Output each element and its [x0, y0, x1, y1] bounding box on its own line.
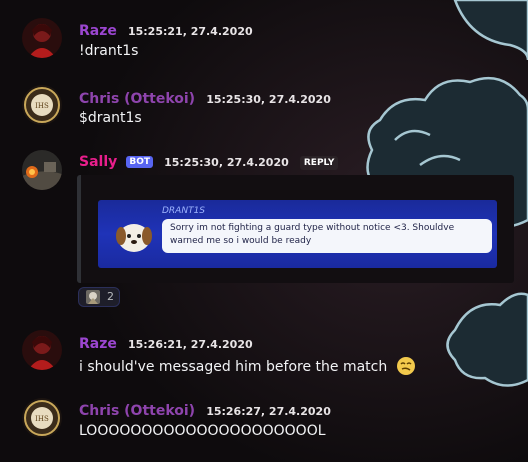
message-embed: DRANT1S Sorry im not fighting a guard ty…: [77, 175, 514, 283]
embed-image[interactable]: DRANT1S Sorry im not fighting a guard ty…: [98, 200, 497, 268]
raze-avatar[interactable]: [22, 330, 62, 370]
message-header: Raze 15:25:21, 27.4.2020: [79, 20, 253, 39]
author-name[interactable]: Sally: [79, 154, 117, 170]
message-header: Raze 15:26:21, 27.4.2020: [79, 333, 253, 352]
sally-avatar-image: [22, 150, 62, 190]
sally-avatar[interactable]: [22, 150, 62, 190]
message-text-content: i should've messaged him before the matc…: [79, 359, 388, 375]
embed-text: Sorry im not fighting a guard type witho…: [170, 223, 455, 246]
ihs-seal-image: IHS: [22, 85, 62, 125]
message-header: Sally BOT 15:25:30, 27.4.2020 REPLY: [79, 151, 339, 170]
author-name[interactable]: Chris (Ottekoi): [79, 91, 195, 107]
ihs-seal-avatar[interactable]: IHS: [22, 398, 62, 438]
svg-text:IHS: IHS: [35, 415, 49, 423]
raze-avatar[interactable]: [22, 18, 62, 58]
embed-text-bubble: Sorry im not fighting a guard type witho…: [162, 219, 492, 253]
message-text: $drant1s: [79, 110, 142, 126]
message-text: i should've messaged him before the matc…: [79, 356, 416, 376]
author-name[interactable]: Raze: [79, 23, 117, 39]
reaction-button[interactable]: 2: [78, 287, 120, 307]
reply-tag: REPLY: [299, 156, 339, 170]
ihs-seal-image: IHS: [22, 398, 62, 438]
timestamp: 15:26:21, 27.4.2020: [127, 338, 253, 351]
author-name[interactable]: Chris (Ottekoi): [79, 403, 195, 419]
bot-tag: BOT: [126, 156, 154, 168]
timestamp: 15:25:30, 27.4.2020: [206, 93, 331, 106]
timestamp: 15:25:21, 27.4.2020: [127, 25, 253, 38]
raze-avatar-image: [22, 330, 62, 370]
message-header: Chris (Ottekoi) 15:25:30, 27.4.2020: [79, 88, 331, 107]
svg-text:IHS: IHS: [35, 102, 49, 110]
reaction-count: 2: [107, 290, 114, 303]
timestamp: 15:25:30, 27.4.2020: [164, 156, 289, 169]
ihs-seal-avatar[interactable]: IHS: [22, 85, 62, 125]
embed-author: DRANT1S: [162, 206, 206, 216]
message-text: !drant1s: [79, 43, 139, 59]
message-text: LOOOOOOOOOOOOOOOOOOOOOL: [79, 423, 326, 439]
raze-avatar-image: [22, 18, 62, 58]
message-header: Chris (Ottekoi) 15:26:27, 27.4.2020: [79, 400, 331, 419]
puppy-icon: [116, 224, 152, 252]
timestamp: 15:26:27, 27.4.2020: [206, 405, 331, 418]
face-emoji-icon: [396, 357, 415, 375]
reaction-emoji-icon: [86, 290, 100, 304]
author-name[interactable]: Raze: [79, 336, 117, 352]
